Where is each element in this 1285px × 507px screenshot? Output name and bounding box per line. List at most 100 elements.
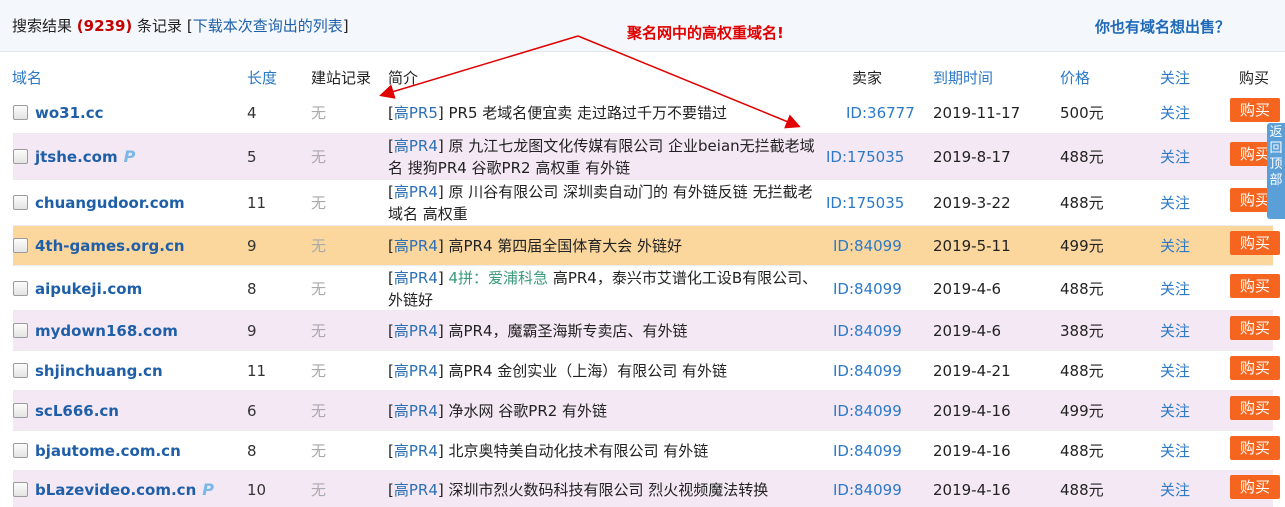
domain-link[interactable]: aipukeji.com	[35, 279, 142, 299]
domain-name[interactable]: bjautome.com.cn	[35, 442, 181, 460]
domain-intro: [高PR4] 高PR4 第四届全国体育大会 外链好	[388, 237, 683, 255]
expire-date: 2019-4-6	[933, 280, 1002, 298]
col-header-expire[interactable]: 到期时间	[933, 67, 993, 88]
row-checkbox[interactable]	[13, 403, 28, 418]
row-checkbox[interactable]	[13, 363, 28, 378]
row-checkbox[interactable]	[13, 443, 28, 458]
follow-link[interactable]: 关注	[1160, 480, 1190, 500]
col-header-length[interactable]: 长度	[247, 67, 277, 88]
price: 488元	[1060, 481, 1104, 499]
seller-link[interactable]: ID:84099	[833, 361, 902, 381]
row-checkbox[interactable]	[13, 323, 28, 338]
table-row: aipukeji.com 8 无 [高PR4] 4拼：爱浦科急 高PR4，泰兴市艾谱化…	[13, 266, 1280, 311]
buy-button[interactable]: 购买	[1230, 274, 1280, 298]
domain-link[interactable]: shjinchuang.cn	[35, 361, 163, 381]
domain-link[interactable]: scL666.cn	[35, 401, 119, 421]
follow-link[interactable]: 关注	[1160, 147, 1190, 167]
domain-link[interactable]: bjautome.com.cn	[35, 441, 181, 461]
domain-name[interactable]: wo31.cc	[35, 104, 104, 122]
buy-button[interactable]: 购买	[1230, 436, 1280, 460]
price: 488元	[1060, 194, 1104, 212]
domain-name[interactable]: aipukeji.com	[35, 280, 142, 298]
domain-link[interactable]: bLazevideo.com.cn P	[35, 480, 214, 500]
table-row: wo31.cc 4 无 [高PR5] PR5 老域名便宜卖 走过路过千万不要错过 ID:…	[13, 92, 1280, 134]
domain-name[interactable]: shjinchuang.cn	[35, 362, 163, 380]
domain-link[interactable]: jtshe.com P	[35, 147, 135, 167]
col-header-seller: 卖家	[852, 69, 883, 87]
row-checkbox[interactable]	[13, 238, 28, 253]
domain-link[interactable]: wo31.cc	[35, 103, 104, 123]
domain-name[interactable]: chuangudoor.com	[35, 194, 185, 212]
seller-link[interactable]: ID:175035	[826, 193, 904, 213]
domain-length: 11	[247, 362, 267, 380]
domain-link[interactable]: mydown168.com	[35, 321, 178, 341]
follow-link[interactable]: 关注	[1160, 103, 1190, 123]
domain-intro: [高PR5] PR5 老域名便宜卖 走过路过千万不要错过	[388, 104, 728, 122]
pr-badge-icon: P	[202, 480, 214, 499]
row-checkbox[interactable]	[13, 195, 28, 210]
price: 488元	[1060, 362, 1104, 380]
follow-link[interactable]: 关注	[1160, 321, 1190, 341]
domain-length: 5	[247, 148, 257, 166]
seller-link[interactable]: ID:84099	[833, 279, 902, 299]
domain-name[interactable]: bLazevideo.com.cn	[35, 481, 196, 499]
buy-button[interactable]: 购买	[1230, 316, 1280, 340]
pr-tag: 高PR4	[393, 362, 438, 380]
seller-link[interactable]: ID:84099	[833, 480, 902, 500]
follow-link[interactable]: 关注	[1160, 279, 1190, 299]
domain-link[interactable]: 4th-games.org.cn	[35, 236, 185, 256]
price: 488元	[1060, 148, 1104, 166]
col-header-follow[interactable]: 关注	[1160, 67, 1190, 88]
site-record: 无	[311, 194, 327, 212]
follow-link[interactable]: 关注	[1160, 401, 1190, 421]
table-row: jtshe.com P 5 无 [高PR4] 原 九江七龙图文化传媒有限公司 企业bei…	[13, 134, 1280, 180]
pr-tag: 高PR4	[393, 442, 438, 460]
buy-button[interactable]: 购买	[1230, 356, 1280, 380]
buy-button[interactable]: 购买	[1230, 475, 1280, 499]
seller-link[interactable]: ID:84099	[833, 441, 902, 461]
col-header-intro: 简介	[388, 69, 419, 87]
intro-text: 高PR4 金创实业（上海）有限公司 有外链	[448, 362, 728, 380]
pr-tag: 高PR4	[393, 402, 438, 420]
seller-link[interactable]: ID:84099	[833, 401, 902, 421]
seller-link[interactable]: ID:175035	[826, 147, 904, 167]
expire-date: 2019-4-16	[933, 442, 1011, 460]
domain-name[interactable]: 4th-games.org.cn	[35, 237, 185, 255]
domain-name[interactable]: mydown168.com	[35, 322, 178, 340]
price: 499元	[1060, 402, 1104, 420]
site-record: 无	[311, 322, 327, 340]
follow-link[interactable]: 关注	[1160, 193, 1190, 213]
seller-link[interactable]: ID:36777	[846, 103, 915, 123]
row-checkbox[interactable]	[13, 149, 28, 164]
row-checkbox[interactable]	[13, 105, 28, 120]
pinyin-note: 4拼：爱浦科急	[448, 269, 549, 287]
domain-length: 11	[247, 194, 267, 212]
row-checkbox[interactable]	[13, 482, 28, 497]
pr-tag: 高PR4	[393, 269, 438, 287]
buy-button[interactable]: 购买	[1230, 231, 1280, 255]
domain-link[interactable]: chuangudoor.com	[35, 193, 185, 213]
table-row: chuangudoor.com 11 无 [高PR4] 原 川谷有限公司 深圳卖自动门…	[13, 180, 1280, 226]
follow-link[interactable]: 关注	[1160, 441, 1190, 461]
buy-button[interactable]: 购买	[1230, 396, 1280, 420]
follow-link[interactable]: 关注	[1160, 236, 1190, 256]
domain-name[interactable]: scL666.cn	[35, 402, 119, 420]
price: 499元	[1060, 237, 1104, 255]
buy-button[interactable]: 购买	[1230, 98, 1280, 122]
domain-name[interactable]: jtshe.com	[35, 148, 118, 166]
col-header-buy: 购买	[1239, 69, 1270, 87]
seller-link[interactable]: ID:84099	[833, 236, 902, 256]
intro-text: 原 九江七龙图文化传媒有限公司 企业beian无拦截老域名 搜狗PR4 谷歌PR…	[388, 137, 815, 177]
row-checkbox[interactable]	[13, 281, 28, 296]
site-record: 无	[311, 104, 327, 122]
site-record: 无	[311, 280, 327, 298]
back-to-top-tab[interactable]: 返回顶部	[1267, 123, 1285, 219]
pr-tag: 高PR4	[393, 322, 438, 340]
site-record: 无	[311, 362, 327, 380]
pr-badge-icon: P	[123, 147, 136, 166]
seller-link[interactable]: ID:84099	[833, 321, 902, 341]
col-header-price[interactable]: 价格	[1060, 67, 1090, 88]
follow-link[interactable]: 关注	[1160, 361, 1190, 381]
col-header-domain[interactable]: 域名	[12, 67, 42, 88]
intro-text: 原 川谷有限公司 深圳卖自动门的 有外链反链 无拦截老域名 高权重	[388, 183, 813, 223]
